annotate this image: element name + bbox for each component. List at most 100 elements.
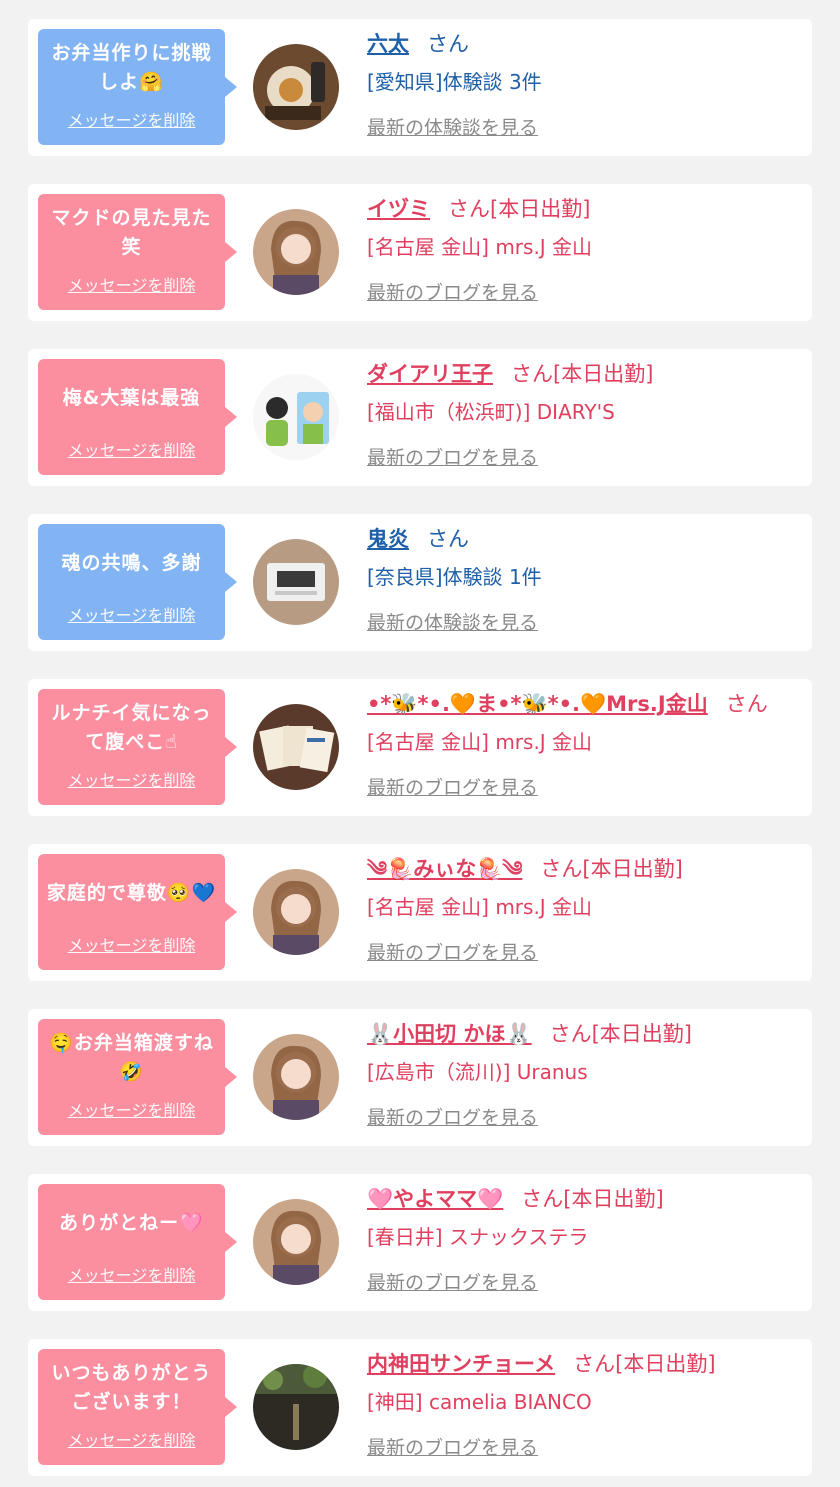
avatar[interactable] bbox=[253, 44, 339, 130]
delete-message-link[interactable]: メッセージを削除 bbox=[38, 107, 225, 131]
message-bubble: いつもありがとうございます！ メッセージを削除 bbox=[38, 1349, 237, 1465]
name-line: ダイアリ王子 さん[本日出勤] bbox=[367, 359, 653, 389]
message-bubble: お弁当作りに挑戦しよ🤗 メッセージを削除 bbox=[38, 29, 237, 145]
name-line: 内神田サンチョーメ さん[本日出勤] bbox=[367, 1349, 716, 1379]
message-text: 🤤お弁当箱渡すね🤣 bbox=[49, 1032, 214, 1083]
sender-name-link[interactable]: 内神田サンチョーメ bbox=[367, 1352, 555, 1376]
message-card: 魂の共鳴、多謝 メッセージを削除 鬼炎 さん [奈良県]体験談 1件 最新の体験談… bbox=[28, 514, 812, 651]
message-text: 家庭的で尊敬🥺💙 bbox=[46, 881, 217, 904]
message-bubble: 🤤お弁当箱渡すね🤣 メッセージを削除 bbox=[38, 1019, 237, 1135]
avatar[interactable] bbox=[253, 539, 339, 625]
delete-message-link[interactable]: メッセージを削除 bbox=[38, 932, 225, 956]
delete-message-link[interactable]: メッセージを削除 bbox=[38, 1427, 225, 1451]
sender-name-link[interactable]: イヅミ bbox=[367, 197, 430, 221]
avatar[interactable] bbox=[253, 374, 339, 460]
food-photo-icon bbox=[253, 44, 339, 130]
message-text: ルナチイ気になって腹ぺこ☝ bbox=[51, 702, 212, 753]
avatar[interactable] bbox=[253, 1199, 339, 1285]
latest-post-link[interactable]: 最新のブログを見る bbox=[367, 445, 538, 471]
latest-post-link[interactable]: 最新の体験談を見る bbox=[367, 115, 538, 141]
name-line: •*🐝*•.🧡ま•*🐝*•.🧡Mrs.J金山 さん bbox=[367, 689, 768, 719]
avatar[interactable] bbox=[253, 209, 339, 295]
shop-label: [春日井] スナックステラ bbox=[367, 1225, 589, 1249]
sender-name-link[interactable]: 🐰小田切 かほ🐰 bbox=[367, 1022, 532, 1046]
message-bubble: 梅&大葉は最強 メッセージを削除 bbox=[38, 359, 237, 475]
profile-photo-icon bbox=[253, 1199, 339, 1285]
sender-name-link[interactable]: •*🐝*•.🧡ま•*🐝*•.🧡Mrs.J金山 bbox=[367, 692, 708, 716]
message-text: 梅&大葉は最強 bbox=[62, 386, 201, 409]
message-bubble: ありがとねー🩷 メッセージを削除 bbox=[38, 1184, 237, 1300]
sender-suffix: さん[本日出勤] bbox=[511, 362, 654, 386]
latest-post-link[interactable]: 最新のブログを見る bbox=[367, 1435, 538, 1461]
message-card: マクドの見た見た笑 メッセージを削除 イヅミ さん[本日出勤] [名古屋 金山] … bbox=[28, 184, 812, 321]
sender-suffix: さん[本日出勤] bbox=[521, 1187, 664, 1211]
profile-photo-icon bbox=[253, 209, 339, 295]
message-card: 家庭的で尊敬🥺💙 メッセージを削除 ༄🪼みぃな🪼༄ さん[本日出勤] [名古屋 金… bbox=[28, 844, 812, 981]
sender-suffix: さん[本日出勤] bbox=[448, 197, 591, 221]
latest-post-link[interactable]: 最新のブログを見る bbox=[367, 1270, 538, 1296]
message-card: ありがとねー🩷 メッセージを削除 🩷やよママ🩷 さん[本日出勤] [春日井] スナ… bbox=[28, 1174, 812, 1311]
name-line: イヅミ さん[本日出勤] bbox=[367, 194, 590, 224]
message-card: 🤤お弁当箱渡すね🤣 メッセージを削除 🐰小田切 かほ🐰 さん[本日出勤] [広島市… bbox=[28, 1009, 812, 1146]
latest-post-link[interactable]: 最新のブログを見る bbox=[367, 1105, 538, 1131]
sender-suffix: さん[本日出勤] bbox=[573, 1352, 716, 1376]
latest-post-link[interactable]: 最新のブログを見る bbox=[367, 775, 538, 801]
sender-name-link[interactable]: 六太 bbox=[367, 32, 409, 56]
avatar[interactable] bbox=[253, 704, 339, 790]
message-card: お弁当作りに挑戦しよ🤗 メッセージを削除 六太 さん [愛知県]体験談 3件 最新… bbox=[28, 19, 812, 156]
avatar[interactable] bbox=[253, 869, 339, 955]
latest-post-link[interactable]: 最新の体験談を見る bbox=[367, 610, 538, 636]
shop-label: [神田] camelia BIANCO bbox=[367, 1390, 592, 1414]
shop-label: [奈良県]体験談 1件 bbox=[367, 565, 542, 589]
message-card: 梅&大葉は最強 メッセージを削除 ダイアリ王子 さん[本日出勤] [福山市（松浜町… bbox=[28, 349, 812, 486]
shop-label: [名古屋 金山] mrs.J 金山 bbox=[367, 235, 593, 259]
delete-message-link[interactable]: メッセージを削除 bbox=[38, 767, 225, 791]
name-line: 鬼炎 さん bbox=[367, 524, 469, 554]
sender-name-link[interactable]: 🩷やよママ🩷 bbox=[367, 1187, 503, 1211]
sender-suffix: さん[本日出勤] bbox=[549, 1022, 692, 1046]
shop-label: [愛知県]体験談 3件 bbox=[367, 70, 542, 94]
message-text: マクドの見た見た笑 bbox=[51, 207, 212, 258]
profile-photo-icon bbox=[253, 869, 339, 955]
sender-name-link[interactable]: 鬼炎 bbox=[367, 527, 409, 551]
name-line: 六太 さん bbox=[367, 29, 469, 59]
bar-photo-icon bbox=[253, 1364, 339, 1450]
message-bubble: マクドの見た見た笑 メッセージを削除 bbox=[38, 194, 237, 310]
delete-message-link[interactable]: メッセージを削除 bbox=[38, 602, 225, 626]
message-text: いつもありがとうございます！ bbox=[51, 1362, 212, 1413]
shop-label: [福山市（松浜町)] DIARY'S bbox=[367, 400, 615, 424]
illustration-icon bbox=[253, 374, 339, 460]
cards-photo-icon bbox=[253, 704, 339, 790]
message-bubble: ルナチイ気になって腹ぺこ☝ メッセージを削除 bbox=[38, 689, 237, 805]
message-text: お弁当作りに挑戦しよ🤗 bbox=[51, 42, 212, 93]
latest-post-link[interactable]: 最新のブログを見る bbox=[367, 940, 538, 966]
delete-message-link[interactable]: メッセージを削除 bbox=[38, 1097, 225, 1121]
delete-message-link[interactable]: メッセージを削除 bbox=[38, 437, 225, 461]
sender-name-link[interactable]: ༄🪼みぃな🪼༄ bbox=[367, 857, 522, 881]
profile-photo-icon bbox=[253, 1034, 339, 1120]
sender-suffix: さん bbox=[725, 692, 768, 716]
message-text: ありがとねー🩷 bbox=[59, 1211, 204, 1234]
shop-label: [名古屋 金山] mrs.J 金山 bbox=[367, 730, 593, 754]
message-bubble: 家庭的で尊敬🥺💙 メッセージを削除 bbox=[38, 854, 237, 970]
sender-suffix: さん bbox=[427, 32, 469, 56]
sender-suffix: さん bbox=[427, 527, 469, 551]
name-line: 🩷やよママ🩷 さん[本日出勤] bbox=[367, 1184, 664, 1214]
sender-suffix: さん[本日出勤] bbox=[540, 857, 683, 881]
latest-post-link[interactable]: 最新のブログを見る bbox=[367, 280, 538, 306]
message-card: いつもありがとうございます！ メッセージを削除 内神田サンチョーメ さん[本日出勤… bbox=[28, 1339, 812, 1476]
delete-message-link[interactable]: メッセージを削除 bbox=[38, 1262, 225, 1286]
clock-photo-icon bbox=[253, 539, 339, 625]
sender-name-link[interactable]: ダイアリ王子 bbox=[367, 362, 493, 386]
shop-label: [広島市（流川)] Uranus bbox=[367, 1060, 588, 1084]
shop-label: [名古屋 金山] mrs.J 金山 bbox=[367, 895, 593, 919]
name-line: ༄🪼みぃな🪼༄ さん[本日出勤] bbox=[367, 854, 683, 884]
message-text: 魂の共鳴、多謝 bbox=[61, 551, 202, 574]
message-list: お弁当作りに挑戦しよ🤗 メッセージを削除 六太 さん [愛知県]体験談 3件 最新… bbox=[0, 0, 840, 1487]
name-line: 🐰小田切 かほ🐰 さん[本日出勤] bbox=[367, 1019, 692, 1049]
message-card: ルナチイ気になって腹ぺこ☝ メッセージを削除 •*🐝*•.🧡ま•*🐝*•.🧡Mr… bbox=[28, 679, 812, 816]
message-bubble: 魂の共鳴、多謝 メッセージを削除 bbox=[38, 524, 237, 640]
delete-message-link[interactable]: メッセージを削除 bbox=[38, 272, 225, 296]
avatar[interactable] bbox=[253, 1034, 339, 1120]
avatar[interactable] bbox=[253, 1364, 339, 1450]
